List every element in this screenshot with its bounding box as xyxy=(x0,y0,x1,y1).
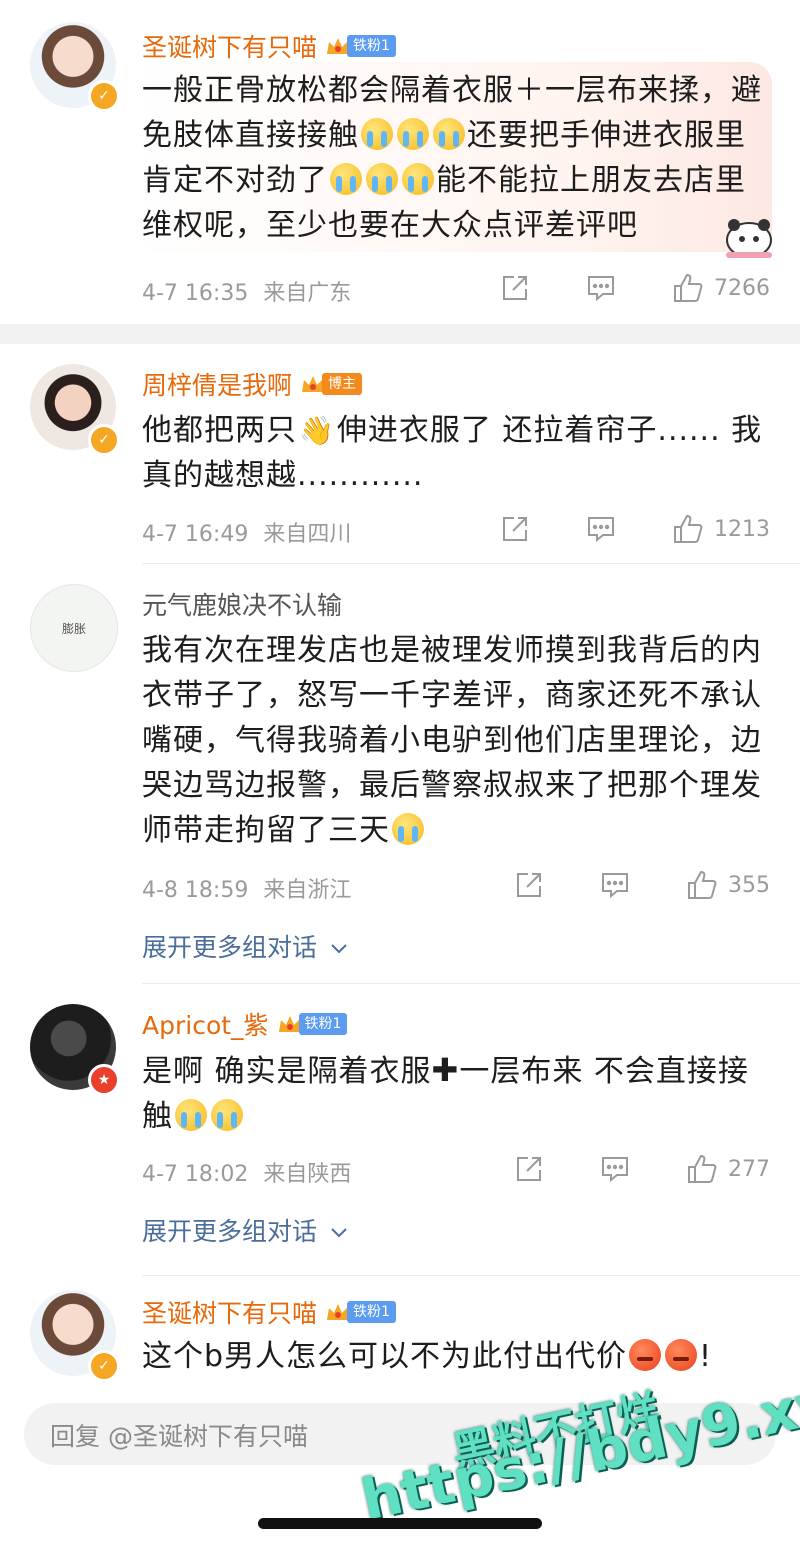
crying-emoji-icon xyxy=(361,118,393,150)
comment-text-part: 我有次在理发店也是被理发师摸到我背后的内衣带子了，怒写一千字差评，商家还死不承认… xyxy=(142,633,762,848)
reply-icon[interactable] xyxy=(586,273,616,303)
crying-emoji-icon xyxy=(433,118,465,150)
comment-actions: 1213 xyxy=(444,513,770,545)
comment-meta: 4-8 18:59 来自浙江 xyxy=(142,872,351,904)
avatar-text: 膨胀 xyxy=(61,621,86,636)
like-button[interactable]: 277 xyxy=(686,1153,770,1185)
thumbs-up-icon xyxy=(688,870,717,899)
blogger-badge[interactable]: 博主 xyxy=(300,372,363,396)
blogger-badge-label: 博主 xyxy=(322,373,363,395)
comment-meta: 4-7 18:02 来自陕西 xyxy=(142,1156,351,1188)
fan-badge[interactable]: 铁粉1 xyxy=(277,1012,348,1036)
crying-emoji-icon xyxy=(392,813,424,845)
comment-time: 4-7 16:35 xyxy=(142,281,249,306)
waving-hand-emoji-icon: 👋 xyxy=(299,414,335,447)
comment-location: 来自广东 xyxy=(263,281,352,306)
expand-conversation-link[interactable]: 展开更多组对话 xyxy=(142,928,349,964)
username[interactable]: 元气鹿娘决不认输 xyxy=(142,586,342,622)
reply-icon[interactable] xyxy=(600,1154,630,1184)
section-divider xyxy=(0,324,800,344)
avatar[interactable]: 膨胀 xyxy=(30,584,118,672)
like-button[interactable]: 7266 xyxy=(672,272,770,304)
share-icon[interactable] xyxy=(500,514,530,544)
comment-location: 来自浙江 xyxy=(263,878,352,903)
username[interactable]: Apricot_紫 铁粉1 xyxy=(142,1006,348,1042)
expand-conversation-link[interactable]: 展开更多组对话 xyxy=(142,1212,349,1248)
comment-time: 4-7 18:02 xyxy=(142,1162,249,1187)
comment-actions: 7266 xyxy=(444,272,770,304)
chevron-down-icon xyxy=(331,1228,347,1238)
username[interactable]: 圣诞树下有只喵 铁粉1 xyxy=(142,28,396,64)
angry-emoji-icon xyxy=(665,1339,698,1371)
red-star-badge-icon: ★ xyxy=(88,1064,120,1096)
like-count: 1213 xyxy=(714,516,770,542)
angry-emoji-icon xyxy=(629,1339,662,1371)
comment-meta: 4-7 16:49 来自四川 xyxy=(142,516,351,548)
crying-emoji-icon xyxy=(366,163,398,195)
crying-emoji-icon xyxy=(397,118,429,150)
like-count: 7266 xyxy=(714,275,770,301)
comment-location: 来自陕西 xyxy=(263,1162,352,1187)
comment-text-part: ! xyxy=(699,1339,713,1374)
comment-actions: 355 xyxy=(458,869,770,901)
comment-text-part: 他都把两只 xyxy=(142,413,297,448)
username-text: 周梓倩是我啊 xyxy=(142,371,293,400)
fan-badge-label: 铁粉1 xyxy=(298,1013,348,1035)
thumbs-up-icon xyxy=(688,1154,717,1183)
username-text: 圣诞树下有只喵 xyxy=(142,1299,318,1328)
comment-actions: 277 xyxy=(458,1153,770,1185)
comment-divider xyxy=(142,563,800,564)
comment-meta: 4-7 16:35 来自广东 xyxy=(142,275,351,307)
comment-text: 他都把两只👋伸进衣服了 还拉着帘子...... 我真的越想越..........… xyxy=(142,408,772,498)
fan-badge[interactable]: 铁粉1 xyxy=(325,34,396,58)
reply-icon[interactable] xyxy=(586,514,616,544)
comment-divider xyxy=(142,983,800,984)
comment-text: 是啊 确实是隔着衣服✚一层布来 不会直接接触 xyxy=(142,1048,772,1139)
comment-divider xyxy=(142,1275,800,1276)
reply-icon[interactable] xyxy=(600,870,630,900)
crying-emoji-icon xyxy=(211,1099,243,1131)
comment-time: 4-7 16:49 xyxy=(142,522,249,547)
expand-conversation-label: 展开更多组对话 xyxy=(142,1217,318,1246)
plus-icon: ✚ xyxy=(431,1051,460,1089)
like-button[interactable]: 1213 xyxy=(672,513,770,545)
username[interactable]: 圣诞树下有只喵 铁粉1 xyxy=(142,1294,396,1330)
comment-text-part: 是啊 确实是隔着衣服 xyxy=(142,1054,432,1089)
username-text: 元气鹿娘决不认输 xyxy=(142,591,343,620)
verified-badge-icon: ✓ xyxy=(88,424,120,456)
thumbs-up-icon xyxy=(674,273,703,302)
panda-sticker-icon xyxy=(726,219,772,258)
like-count: 355 xyxy=(728,872,770,898)
share-icon[interactable] xyxy=(500,273,530,303)
comment-text-part: 这个b男人怎么可以不为此付出代价 xyxy=(142,1339,628,1374)
home-indicator[interactable] xyxy=(258,1518,542,1529)
comment-text: 一般正骨放松都会隔着衣服＋一层布来揉，避免肢体直接接触 还要把手伸进衣服里肯定不对… xyxy=(142,68,772,248)
crying-emoji-icon xyxy=(402,163,434,195)
crying-emoji-icon xyxy=(175,1099,207,1131)
fan-badge-label: 铁粉1 xyxy=(347,35,396,57)
like-button[interactable]: 355 xyxy=(686,869,770,901)
username[interactable]: 周梓倩是我啊 博主 xyxy=(142,366,363,402)
verified-badge-icon: ✓ xyxy=(88,80,120,112)
comment-text: 这个b男人怎么可以不为此付出代价! xyxy=(142,1334,772,1379)
share-icon[interactable] xyxy=(514,1154,544,1184)
comment-time: 4-8 18:59 xyxy=(142,878,249,903)
crying-emoji-icon xyxy=(330,163,362,195)
username-text: Apricot_紫 xyxy=(142,1011,269,1040)
comment-location: 来自四川 xyxy=(263,522,352,547)
like-count: 277 xyxy=(728,1156,770,1182)
share-icon[interactable] xyxy=(514,870,544,900)
expand-conversation-label: 展开更多组对话 xyxy=(142,933,318,962)
fan-badge[interactable]: 铁粉1 xyxy=(325,1300,396,1324)
reply-placeholder: 回复 @圣诞树下有只喵 xyxy=(50,1422,308,1451)
thumbs-up-icon xyxy=(674,514,703,543)
fan-badge-label: 铁粉1 xyxy=(347,1301,396,1323)
verified-badge-icon: ✓ xyxy=(88,1350,120,1382)
chevron-down-icon xyxy=(331,944,347,954)
comment-text: 我有次在理发店也是被理发师摸到我背后的内衣带子了，怒写一千字差评，商家还死不承认… xyxy=(142,628,772,853)
username-text: 圣诞树下有只喵 xyxy=(142,33,318,62)
